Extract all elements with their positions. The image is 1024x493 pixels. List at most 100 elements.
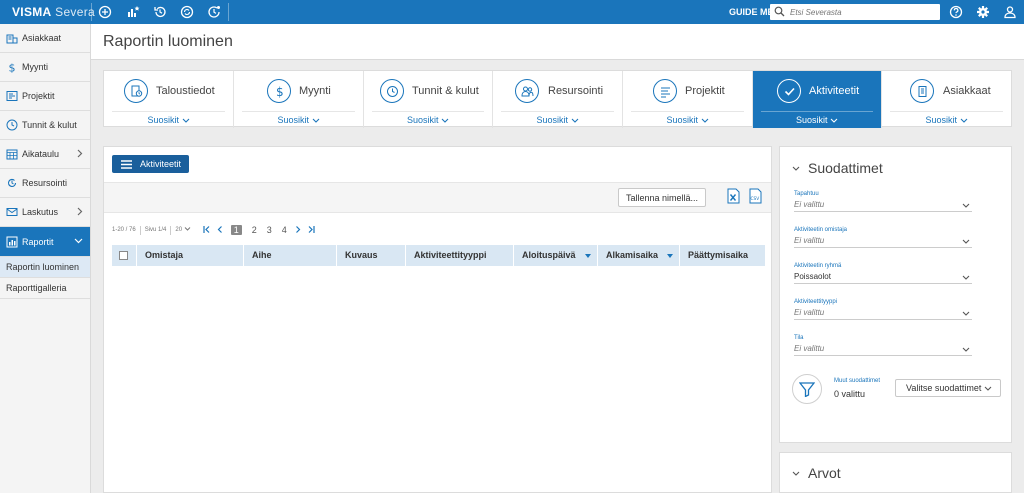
result-range: 1-20 / 76 (112, 227, 136, 233)
history-icon[interactable] (151, 3, 169, 21)
category-label: Aktiviteetit (809, 85, 860, 97)
activity-icon[interactable] (205, 3, 223, 21)
filter-select[interactable]: Ei valittu (794, 344, 972, 356)
guide-me-link[interactable]: GUIDE ME (729, 7, 774, 17)
category-taloustiedot[interactable]: Taloustiedot Suosikit (104, 71, 234, 128)
sort-desc-icon (667, 254, 673, 258)
column-aihe[interactable]: Aihe (244, 245, 337, 266)
sidebar-item-label: Asiakkaat (22, 33, 62, 43)
chevron-down-icon (571, 118, 578, 123)
sidebar-subitem-raporttigalleria[interactable]: Raporttigalleria (0, 278, 90, 299)
first-page-icon[interactable] (203, 225, 211, 235)
customers-icon (6, 32, 18, 44)
divider (91, 3, 92, 21)
search-box[interactable] (770, 4, 940, 20)
svg-text:$: $ (276, 85, 284, 98)
search-input[interactable] (790, 4, 936, 20)
filter-funnel-icon (792, 374, 822, 404)
add-icon[interactable] (96, 3, 114, 21)
filter-select[interactable]: Ei valittu (794, 200, 972, 212)
calendar-icon (6, 148, 18, 160)
help-icon[interactable] (947, 3, 965, 21)
category-projektit[interactable]: Projektit Suosikit (623, 71, 753, 128)
sidebar-item-label: Myynti (22, 62, 49, 72)
category-label: Taloustiedot (156, 85, 215, 97)
category-label: Tunnit & kulut (412, 85, 479, 97)
dollar-icon: $ (267, 79, 291, 103)
sidebar-item-label: Projektit (22, 91, 55, 101)
sidebar-item-tunnit-kulut[interactable]: Tunnit & kulut (0, 111, 90, 140)
favorites-dropdown[interactable]: Suosikit (372, 111, 484, 127)
choose-filters-button[interactable]: Valitse suodattimet (895, 379, 1001, 397)
filter-label: Aktiviteettityyppi (794, 299, 838, 305)
filter-aktiviteettityyppi: Aktiviteettityyppi Ei valittu (794, 299, 972, 320)
chevron-down-icon (984, 386, 992, 391)
sidebar-item-myynti[interactable]: $ Myynti (0, 53, 90, 82)
chevron-down-icon (792, 166, 800, 171)
select-all-checkbox[interactable] (119, 251, 128, 260)
svg-text:CSV: CSV (751, 196, 760, 202)
refresh-icon[interactable] (178, 3, 196, 21)
excel-icon[interactable] (727, 188, 740, 204)
category-aktiviteetit[interactable]: Aktiviteetit Suosikit (753, 71, 882, 128)
favorites-dropdown[interactable]: Suosikit (112, 111, 225, 127)
select-all-cell (112, 245, 137, 266)
page-3[interactable]: 3 (267, 225, 272, 235)
page-4[interactable]: 4 (282, 225, 287, 235)
filters-toggle[interactable]: Suodattimet (792, 160, 883, 176)
brand-logo[interactable]: VISMA Severa (12, 5, 95, 19)
sidebar-item-label: Resursointi (22, 178, 68, 188)
values-toggle[interactable]: Arvot (792, 465, 841, 481)
column-aloituspaiva[interactable]: Aloituspäivä (514, 245, 598, 266)
sidebar-item-label: Tunnit & kulut (22, 120, 77, 130)
category-tunnit-kulut[interactable]: Tunnit & kulut Suosikit (364, 71, 493, 128)
sidebar-item-resursointi[interactable]: Resursointi (0, 169, 90, 198)
favorites-dropdown[interactable]: Suosikit (890, 111, 1003, 127)
sidebar-item-label: Raportit (22, 236, 54, 247)
sidebar-item-aikataulu[interactable]: Aikataulu (0, 140, 90, 169)
user-icon[interactable] (1001, 3, 1019, 21)
sidebar-subitem-raportin-luominen[interactable]: Raportin luominen (0, 257, 90, 278)
favorites-dropdown[interactable]: Suosikit (501, 111, 614, 127)
next-page-icon[interactable] (295, 225, 301, 235)
column-aktiviteettityyppi[interactable]: Aktiviteettityyppi (406, 245, 514, 266)
chevron-down-icon (962, 311, 970, 316)
page-2[interactable]: 2 (252, 225, 257, 235)
csv-icon[interactable]: CSV (749, 188, 762, 204)
save-as-button[interactable]: Tallenna nimellä... (618, 188, 706, 207)
category-myynti[interactable]: $ Myynti Suosikit (234, 71, 364, 128)
column-kuvaus[interactable]: Kuvaus (337, 245, 406, 266)
dashboard-star-icon[interactable] (124, 3, 142, 21)
customers-icon (910, 79, 934, 103)
sidebar-item-laskutus[interactable]: Laskutus (0, 198, 90, 227)
favorites-dropdown[interactable]: Suosikit (242, 111, 355, 127)
sidebar: Asiakkaat $ Myynti Projektit Tunnit & ku… (0, 24, 91, 493)
svg-text:$: $ (9, 62, 16, 74)
sidebar-item-label: Laskutus (22, 207, 59, 217)
prev-page-icon[interactable] (217, 225, 223, 235)
chevron-down-icon (441, 118, 449, 123)
aktiviteetit-menu-button[interactable]: Aktiviteetit (112, 155, 189, 173)
dollar-icon: $ (6, 61, 18, 74)
last-page-icon[interactable] (307, 225, 315, 235)
settings-icon[interactable] (974, 3, 992, 21)
page-1[interactable]: 1 (230, 225, 242, 235)
filter-select[interactable]: Poissaolot (794, 272, 972, 284)
filter-select[interactable]: Ei valittu (794, 236, 972, 248)
sidebar-item-asiakkaat[interactable]: Asiakkaat (0, 24, 90, 53)
favorites-dropdown[interactable]: Suosikit (761, 111, 873, 127)
filter-label: Aktiviteetin ryhmä (794, 263, 842, 269)
column-omistaja[interactable]: Omistaja (137, 245, 244, 266)
filter-select[interactable]: Ei valittu (794, 308, 972, 320)
sidebar-item-projektit[interactable]: Projektit (0, 82, 90, 111)
projects-icon (6, 90, 18, 102)
reports-icon (6, 236, 18, 248)
report-toolbar: Tallenna nimellä... CSV (104, 182, 771, 213)
page-size-select[interactable]: 20 (175, 227, 191, 233)
column-paattymisaika[interactable]: Päättymisaika (680, 245, 765, 266)
category-resursointi[interactable]: Resursointi Suosikit (493, 71, 623, 128)
favorites-dropdown[interactable]: Suosikit (631, 111, 744, 127)
category-asiakkaat[interactable]: Asiakkaat Suosikit (882, 71, 1011, 128)
column-alkamisaika[interactable]: Alkamisaika (598, 245, 680, 266)
sidebar-item-raportit[interactable]: Raportit (0, 227, 90, 257)
